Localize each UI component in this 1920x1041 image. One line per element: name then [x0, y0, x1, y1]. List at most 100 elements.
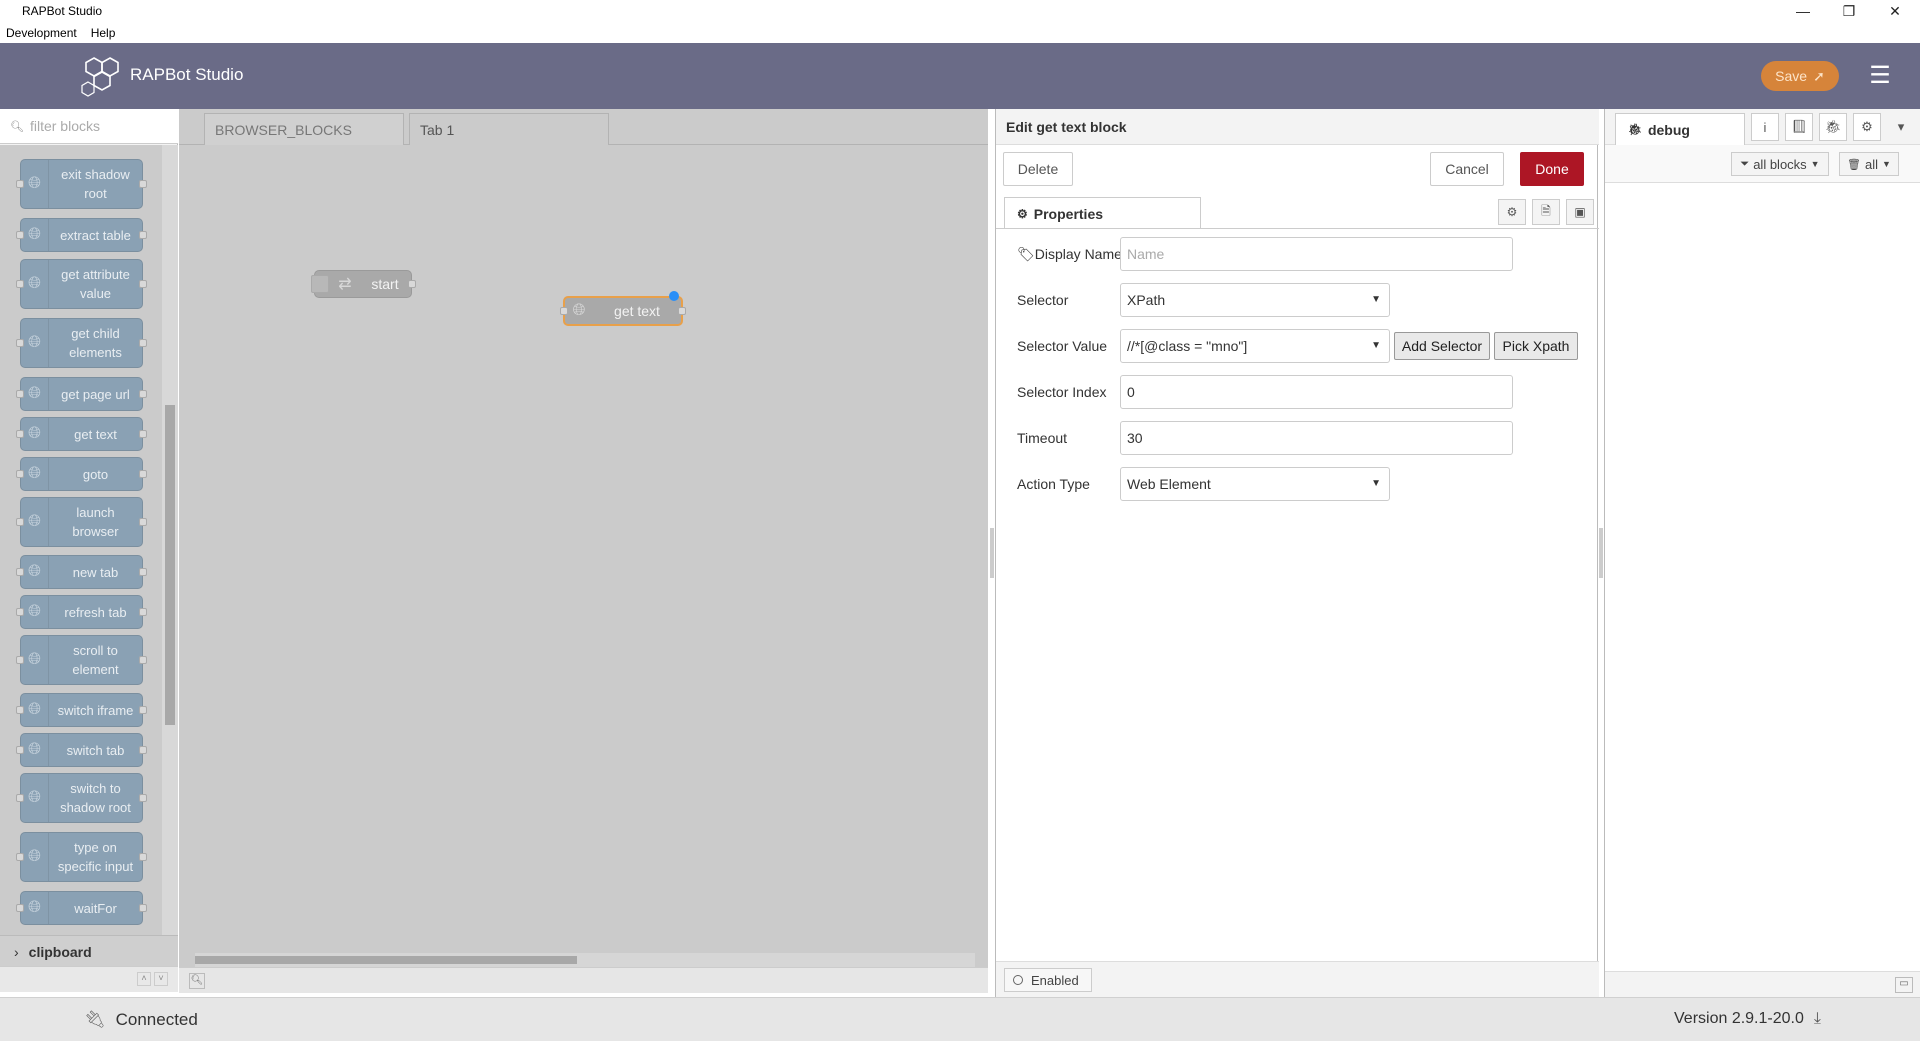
caret-down-icon: ▼ — [1882, 159, 1891, 169]
selector-value-combo[interactable]: //*[@class = "mno"] ▼ — [1120, 329, 1390, 363]
palette-block[interactable]: 🌐︎ refresh tab — [16, 595, 147, 629]
palette-block[interactable]: 🌐︎ switch iframe — [16, 693, 147, 727]
selector-select[interactable]: XPath ▼ — [1120, 283, 1390, 317]
edit-tray: Edit get text block Delete Cancel Done ⚙… — [995, 109, 1599, 997]
bug-icon: 🐞︎ — [1628, 124, 1642, 136]
tab-browser-blocks[interactable]: BROWSER_BLOCKS — [204, 113, 404, 145]
delete-button[interactable]: Delete — [1003, 152, 1073, 186]
pick-xpath-button[interactable]: Pick Xpath — [1494, 332, 1578, 360]
tray-title: Edit get text block — [996, 109, 1599, 145]
settings-gear-icon[interactable]: ⚙ — [1498, 199, 1526, 225]
flow-workspace[interactable]: BROWSER_BLOCKS Tab 1 ⇄ start 🌐︎ get text — [179, 109, 988, 967]
globe-icon: 🌐︎ — [21, 260, 49, 308]
save-button[interactable]: Save ➚ — [1761, 61, 1839, 91]
palette-category-clipboard[interactable]: › clipboard — [0, 935, 178, 967]
globe-icon: 🌐︎ — [21, 596, 49, 628]
workspace-hscroll-thumb[interactable] — [195, 956, 577, 964]
monitor-icon[interactable]: ▭ — [1895, 977, 1913, 993]
connection-status: 🔌︎ Connected — [84, 1010, 198, 1029]
search-icon[interactable]: 🔍︎ — [189, 973, 205, 989]
gear-icon[interactable]: ⚙ — [1853, 113, 1881, 141]
collapse-up-icon[interactable]: ˄ — [137, 972, 151, 986]
maximize-button[interactable]: ❐ — [1826, 0, 1872, 22]
sidebar-resize-grip[interactable] — [1599, 528, 1603, 578]
enabled-toggle[interactable]: Enabled — [1004, 968, 1092, 992]
description-doc-icon[interactable]: 🗎 — [1532, 199, 1560, 225]
brand-name: RAPBot Studio — [130, 65, 244, 84]
palette-footer: ˄ ˅ — [0, 966, 178, 992]
workspace-footer: 🔍︎ — [179, 967, 988, 993]
palette-block[interactable]: 🌐︎ scroll to element — [16, 635, 147, 685]
info-icon[interactable]: i — [1751, 113, 1779, 141]
trash-icon: 🗑︎ — [1847, 158, 1862, 171]
chevron-down-icon: ▼ — [1371, 294, 1381, 305]
gear-icon: ⚙ — [1017, 206, 1028, 221]
add-selector-button[interactable]: Add Selector — [1394, 332, 1490, 360]
timeout-input[interactable]: 30 — [1120, 421, 1513, 455]
filter-all-blocks-button[interactable]: ⏷ all blocks ▼ — [1731, 152, 1829, 176]
tab-debug[interactable]: 🐞︎ debug — [1615, 113, 1745, 145]
app-header: RAPBot Studio Save ➚ ☰ — [0, 43, 1920, 109]
tray-resize-grip[interactable] — [990, 528, 994, 578]
selector-value-label: Selector Value — [1017, 338, 1108, 354]
action-type-select[interactable]: Web Element ▼ — [1120, 467, 1390, 501]
filter-input[interactable]: filter blocks — [30, 118, 100, 134]
menu-help[interactable]: Help — [91, 26, 116, 40]
timeout-label: Timeout — [1017, 430, 1068, 446]
window-title: RAPBot Studio — [22, 4, 103, 18]
collapse-down-icon[interactable]: ˅ — [154, 972, 168, 986]
palette-block[interactable]: 🌐︎ get page url — [16, 377, 147, 411]
save-label: Save — [1775, 68, 1808, 84]
window-titlebar: RAPBot Studio — ❐ ✕ — [0, 0, 1920, 22]
tab-properties[interactable]: ⚙ Properties — [1004, 197, 1201, 229]
flow-node-start[interactable]: ⇄ start — [311, 270, 416, 298]
tag-icon: 🏷︎ — [1017, 246, 1035, 262]
palette-block[interactable]: 🌐︎ get text — [16, 417, 147, 451]
book-icon[interactable]: 📕︎ — [1785, 113, 1813, 141]
arrows-icon: ⇄ — [338, 276, 352, 293]
search-icon: 🔍︎ — [10, 120, 24, 133]
globe-icon: 🌐︎ — [21, 833, 49, 881]
cancel-button[interactable]: Cancel — [1430, 152, 1504, 186]
palette-block[interactable]: 🌐︎ extract table — [16, 218, 147, 252]
flow-node-get-text[interactable]: 🌐︎ get text — [560, 291, 686, 326]
palette-filter[interactable]: 🔍︎ filter blocks — [0, 109, 178, 144]
palette-block[interactable]: 🌐︎ get attribute value — [16, 259, 147, 309]
palette-block[interactable]: 🌐︎ switch tab — [16, 733, 147, 767]
palette-block[interactable]: 🌐︎ type on specific input — [16, 832, 147, 882]
palette-block[interactable]: 🌐︎ switch to shadow root — [16, 773, 147, 823]
workspace-hscrollbar[interactable] — [195, 953, 975, 967]
palette-block[interactable]: 🌐︎ get child elements — [16, 318, 147, 368]
globe-icon: 🌐︎ — [21, 774, 49, 822]
palette-block[interactable]: 🌐︎ waitFor — [16, 891, 147, 925]
sidebar-tabs: 🐞︎ debug i 📕︎ 🐞︎ ⚙ ▾ — [1605, 109, 1920, 145]
menu-bar: Development Help — [0, 22, 1920, 43]
palette-scroll-thumb[interactable] — [165, 405, 175, 725]
debug-sidebar: 🐞︎ debug i 📕︎ 🐞︎ ⚙ ▾ ⏷ all blocks ▼ 🗑︎ a… — [1604, 109, 1920, 997]
palette-block[interactable]: 🌐︎ new tab — [16, 555, 147, 589]
done-button[interactable]: Done — [1520, 152, 1584, 186]
menu-development[interactable]: Development — [6, 26, 77, 40]
selector-index-input[interactable]: 0 — [1120, 375, 1513, 409]
minimize-button[interactable]: — — [1780, 0, 1826, 22]
close-window-button[interactable]: ✕ — [1872, 0, 1918, 22]
display-name-label: 🏷︎Display Name — [1017, 246, 1122, 262]
palette-block[interactable]: 🌐︎ launch browser — [16, 497, 147, 547]
palette-block[interactable]: 🌐︎ exit shadow root — [16, 159, 147, 209]
chevron-down-icon: ▼ — [1371, 478, 1381, 489]
clear-all-button[interactable]: 🗑︎ all ▼ — [1839, 152, 1899, 176]
palette-scrollbar[interactable] — [162, 145, 178, 935]
chevron-down-icon[interactable]: ▾ — [1887, 113, 1915, 141]
workspace-tabs: BROWSER_BLOCKS Tab 1 — [179, 109, 988, 145]
hamburger-menu-icon[interactable]: ☰ — [1866, 63, 1894, 89]
appearance-frame-icon[interactable]: ▣ — [1566, 199, 1594, 225]
globe-icon: 🌐︎ — [21, 458, 49, 490]
palette-block[interactable]: 🌐︎ goto — [16, 457, 147, 491]
sidebar-footer: ▭ — [1605, 971, 1920, 997]
chevron-right-icon: › — [14, 943, 19, 960]
display-name-input[interactable]: Name — [1120, 237, 1513, 271]
circle-icon — [1013, 975, 1023, 985]
tab-tab1[interactable]: Tab 1 — [409, 113, 609, 145]
bug-icon[interactable]: 🐞︎ — [1819, 113, 1847, 141]
download-icon[interactable]: ⤓ — [1814, 1010, 1821, 1028]
